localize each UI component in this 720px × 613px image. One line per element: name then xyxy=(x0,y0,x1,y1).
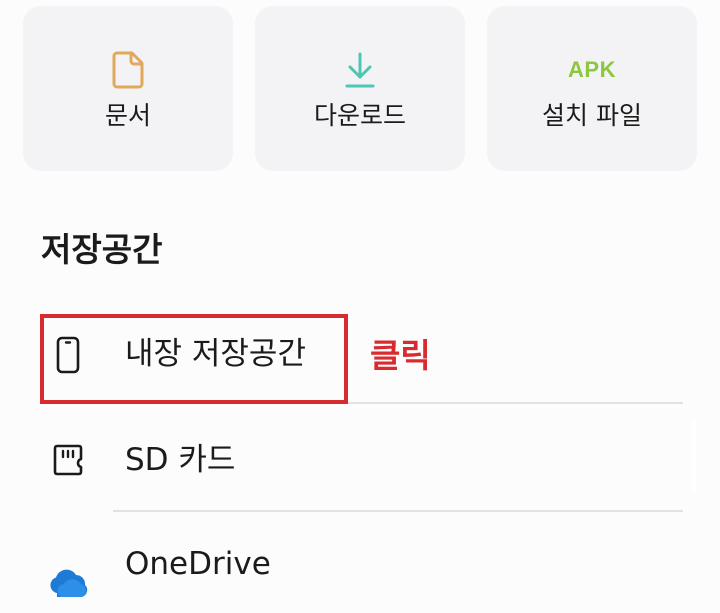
category-label-install-files: 설치 파일 xyxy=(542,101,642,130)
download-icon xyxy=(255,50,465,90)
scroll-edge xyxy=(692,420,696,492)
category-tile-documents[interactable]: 문서 xyxy=(23,6,233,171)
category-tiles: 문서 다운로드 APK 설치 파일 xyxy=(23,6,697,171)
highlight-box xyxy=(40,314,348,404)
document-icon xyxy=(23,50,233,90)
storage-item-onedrive[interactable]: OneDrive xyxy=(0,513,720,613)
category-tile-install-files[interactable]: APK 설치 파일 xyxy=(487,6,697,171)
apk-icon-text: APK xyxy=(568,57,616,82)
category-label-documents: 문서 xyxy=(104,101,151,130)
apk-icon: APK xyxy=(487,50,697,90)
category-label-downloads: 다운로드 xyxy=(313,101,406,130)
divider xyxy=(113,510,683,512)
storage-item-sd-card[interactable]: SD 카드 xyxy=(0,405,720,505)
storage-item-onedrive-label: OneDrive xyxy=(125,546,271,582)
storage-section-title: 저장공간 xyxy=(41,230,163,269)
click-annotation: 클릭 xyxy=(370,336,431,375)
category-tile-downloads[interactable]: 다운로드 xyxy=(255,6,465,171)
sd-card-icon xyxy=(48,440,88,480)
storage-item-sd-card-label: SD 카드 xyxy=(125,442,236,478)
onedrive-icon xyxy=(46,563,90,603)
